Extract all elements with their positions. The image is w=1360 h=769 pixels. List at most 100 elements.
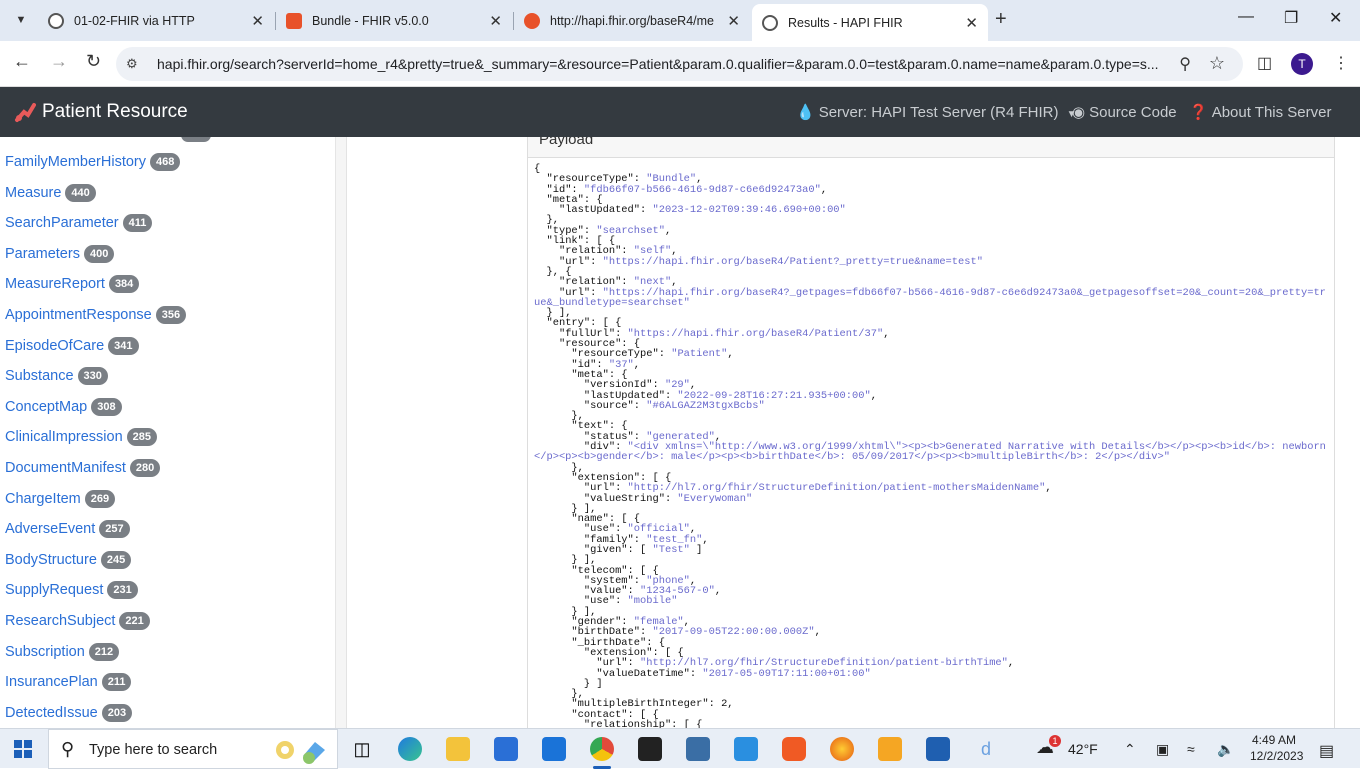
python-idle-icon[interactable] <box>686 737 710 761</box>
sidebar-item[interactable]: FamilyMemberHistory 468 <box>5 151 181 173</box>
source-code-link[interactable]: ◉ Source Code <box>1072 103 1177 121</box>
volume-icon[interactable]: 🔈 <box>1217 741 1234 758</box>
close-tab-icon[interactable]: ✕ <box>965 14 978 32</box>
reload-icon[interactable]: ↻ <box>86 51 101 72</box>
tab-results-hapi-fhir[interactable]: Results - HAPI FHIR ✕ <box>752 4 988 41</box>
firefox-icon[interactable] <box>830 737 854 761</box>
tab-fhir-via-http[interactable]: 01-02-FHIR via HTTP ✕ <box>48 6 266 36</box>
close-tab-icon[interactable]: ✕ <box>489 12 502 30</box>
sidebar-item-label[interactable]: FamilyMemberHistory <box>5 154 146 170</box>
close-tab-icon[interactable]: ✕ <box>251 12 264 30</box>
profile-avatar[interactable]: T <box>1291 53 1313 75</box>
bookmark-star-icon[interactable]: ☆ <box>1209 53 1225 74</box>
json-token: , <box>883 327 890 340</box>
close-window-icon[interactable]: ✕ <box>1329 8 1342 28</box>
chevron-up-icon[interactable]: ⌃ <box>1124 741 1136 758</box>
payload-json: { "resourceType": "Bundle", "id": "fdb66… <box>534 164 1330 728</box>
sidebar-item[interactable]: AppointmentResponse 356 <box>5 304 187 326</box>
about-server-link[interactable]: ❓ About This Server <box>1189 103 1331 121</box>
sidebar-item[interactable]: EpisodeOfCare 341 <box>5 335 139 357</box>
brave-icon[interactable] <box>782 737 806 761</box>
device-icon[interactable]: ▣ <box>1156 741 1169 758</box>
clock[interactable]: 4:49 AM 12/2/2023 <box>1250 732 1303 764</box>
notifications-icon[interactable]: ▤ <box>1319 741 1334 761</box>
terminal-icon[interactable] <box>638 737 662 761</box>
sidebar-item-label[interactable]: Parameters <box>5 246 80 262</box>
sidebar-item-label[interactable]: ResearchSubject <box>5 613 115 629</box>
back-arrow-icon[interactable]: ← <box>13 51 31 72</box>
sidebar-item-label[interactable]: SupplyRequest <box>5 582 103 598</box>
sidebar-item-label[interactable]: DetectedIssue <box>5 705 98 721</box>
sidebar-item-label[interactable]: AppointmentResponse <box>5 307 152 323</box>
powershell-icon[interactable] <box>926 737 950 761</box>
forward-arrow-icon[interactable]: → <box>50 51 68 72</box>
sidebar-item-cutoff[interactable] <box>5 137 9 140</box>
sidebar-item[interactable]: ChargeItem 269 <box>5 488 116 510</box>
json-token: ] <box>689 543 703 556</box>
sidebar-item[interactable]: Substance 330 <box>5 365 108 387</box>
count-badge: 221 <box>119 612 150 630</box>
count-badge: 257 <box>99 520 130 539</box>
mail-icon[interactable] <box>542 737 566 761</box>
sidebar-item-label[interactable]: SearchParameter <box>5 215 119 231</box>
address-bar[interactable]: ⚙ hapi.fhir.org/search?serverId=home_r4&… <box>116 47 1243 81</box>
sidebar-item-label[interactable]: Subscription <box>5 644 85 660</box>
tab-title: Results - HAPI FHIR <box>788 15 903 30</box>
tab-hapi-baser4[interactable]: http://hapi.fhir.org/baseR4/me ✕ <box>524 6 742 36</box>
zoom-magnifier-icon[interactable]: ⚲ <box>1179 54 1191 74</box>
close-tab-icon[interactable]: ✕ <box>727 12 740 30</box>
sidebar-item-label[interactable]: ChargeItem <box>5 491 81 507</box>
sidebar-item-label[interactable]: ConceptMap <box>5 399 87 415</box>
sidebar-item[interactable]: DetectedIssue 203 <box>5 702 133 724</box>
sidebar-item[interactable]: ClinicalImpression 285 <box>5 426 158 448</box>
sidebar-item-label[interactable]: BodyStructure <box>5 552 97 568</box>
taskbar-search-box[interactable]: ⚲ Type here to search <box>48 729 338 769</box>
sidebar-item[interactable]: Parameters 400 <box>5 243 115 265</box>
sidebar-item[interactable]: InsurancePlan 211 <box>5 671 132 693</box>
tab-search-chevron-icon[interactable]: ▼ <box>8 7 34 33</box>
sidebar-item-label[interactable]: DocumentManifest <box>5 460 126 476</box>
wifi-icon[interactable]: ≈ <box>1187 741 1195 757</box>
sidebar-item-label[interactable]: Substance <box>5 368 74 384</box>
json-token: , <box>664 224 672 237</box>
sidebar-item[interactable]: SearchParameter 411 <box>5 212 153 234</box>
sidebar-item[interactable]: AdverseEvent 257 <box>5 518 130 540</box>
json-string: "Test" <box>652 543 690 556</box>
sidebar-item[interactable]: MeasureReport 384 <box>5 273 140 295</box>
sidebar-item[interactable]: ConceptMap 308 <box>5 396 122 418</box>
app-navbar: Patient Resource 💧 Server: HAPI Test Serv… <box>0 87 1360 137</box>
sidebar-item[interactable]: Subscription 212 <box>5 641 120 663</box>
file-explorer-icon[interactable] <box>446 737 470 761</box>
sidebar-item-label[interactable]: MeasureReport <box>5 276 105 292</box>
sidebar-item-label[interactable]: AdverseEvent <box>5 521 95 537</box>
tab-bundle-fhir[interactable]: Bundle - FHIR v5.0.0 ✕ <box>286 6 504 36</box>
side-panel-icon[interactable]: ◫ <box>1257 53 1272 73</box>
kebab-menu-icon[interactable]: ⋮ <box>1333 53 1349 73</box>
sidebar-item[interactable]: DocumentManifest 280 <box>5 457 161 479</box>
sidebar-item[interactable]: ResearchSubject 221 <box>5 610 150 632</box>
microsoft-store-icon[interactable] <box>494 737 518 761</box>
sublime-text-icon[interactable] <box>878 737 902 761</box>
new-tab-plus-icon[interactable]: + <box>995 8 1007 31</box>
sidebar-item-label[interactable]: EpisodeOfCare <box>5 338 104 354</box>
task-view-icon[interactable]: ◫ <box>350 737 374 761</box>
windows-start-icon[interactable] <box>14 740 32 758</box>
minimize-icon[interactable]: — <box>1238 8 1254 26</box>
restore-icon[interactable]: ❐ <box>1284 8 1298 28</box>
chrome-icon[interactable] <box>590 737 614 761</box>
sidebar-item[interactable]: SupplyRequest 231 <box>5 579 138 601</box>
vscode-icon[interactable] <box>734 737 758 761</box>
url-text[interactable]: hapi.fhir.org/search?serverId=home_r4&pr… <box>157 56 1167 72</box>
d-app-icon[interactable]: d <box>974 737 998 761</box>
json-token: , <box>727 348 734 361</box>
sidebar-item-label[interactable]: InsurancePlan <box>5 674 98 690</box>
site-settings-icon[interactable]: ⚙ <box>126 56 138 72</box>
browser-tab-strip: ▼ 01-02-FHIR via HTTP ✕ Bundle - FHIR v5… <box>0 0 1360 41</box>
server-dropdown[interactable]: 💧 Server: HAPI Test Server (R4 FHIR) ▼ <box>796 103 1077 121</box>
sidebar-item-label[interactable]: ClinicalImpression <box>5 429 123 445</box>
sidebar-item[interactable]: BodyStructure 245 <box>5 549 132 571</box>
sidebar-item-label[interactable]: Measure <box>5 185 61 201</box>
edge-icon[interactable] <box>398 737 422 761</box>
sidebar-item[interactable]: Measure 440 <box>5 182 96 204</box>
temperature[interactable]: 42°F <box>1068 741 1098 757</box>
